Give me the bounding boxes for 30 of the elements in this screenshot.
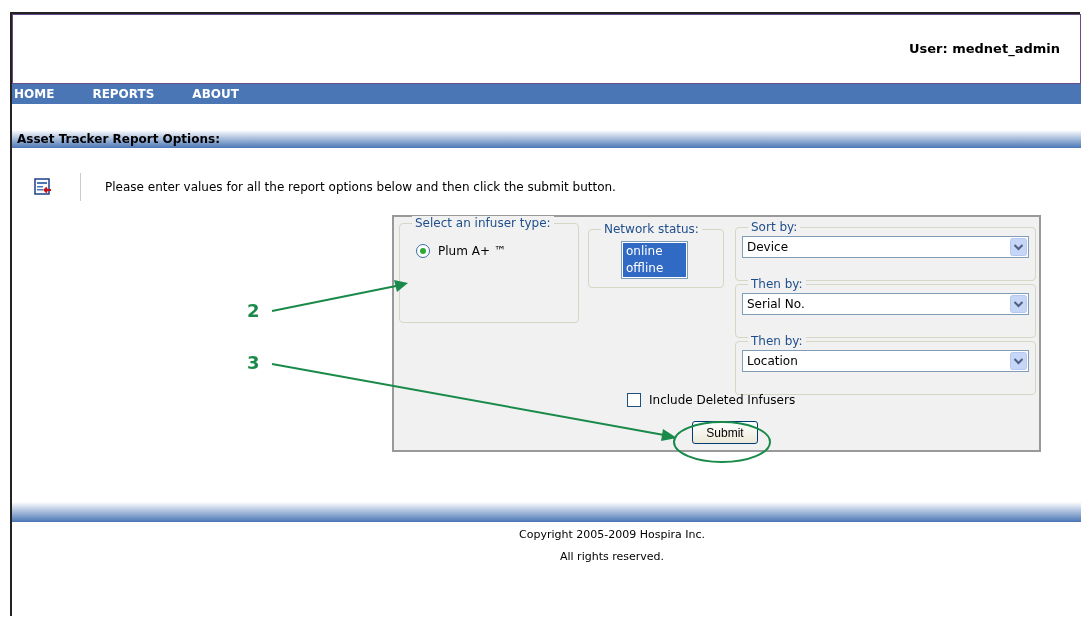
nav-link[interactable]: ABOUT xyxy=(192,87,239,101)
sort-select[interactable]: Serial No. xyxy=(742,293,1029,315)
instructions-text: Please enter values for all the report options below and then click the submit button. xyxy=(105,179,616,196)
radio-label: Plum A+ ™ xyxy=(438,243,506,260)
callout-number: 2 xyxy=(247,300,260,322)
listbox-option[interactable]: offline xyxy=(623,260,686,277)
dropdown-caret-icon xyxy=(1010,352,1027,370)
checkbox[interactable] xyxy=(627,393,641,407)
submit-button[interactable]: Submit xyxy=(692,421,758,444)
callout-number: 3 xyxy=(247,352,260,374)
group-legend: Network status: xyxy=(601,222,702,236)
sort-select[interactable]: Location xyxy=(742,350,1029,372)
dropdown-caret-icon xyxy=(1010,295,1027,313)
group-legend: Then by: xyxy=(748,334,806,348)
dropdown-caret-icon xyxy=(1010,238,1027,256)
report-icon xyxy=(34,178,52,196)
copyright-text: Copyright 2005-2009 Hospira Inc. xyxy=(519,528,705,542)
radio-button[interactable] xyxy=(416,244,430,258)
status-listbox[interactable]: online offline xyxy=(621,241,688,279)
nav-link[interactable]: REPORTS xyxy=(92,87,155,101)
checkbox-label: Include Deleted Infusers xyxy=(649,392,796,409)
sort-select[interactable]: Device xyxy=(742,236,1029,258)
listbox-option[interactable]: online xyxy=(623,243,686,260)
group-legend: Then by: xyxy=(748,277,806,291)
copyright-text: All rights reserved. xyxy=(559,550,664,564)
user-label: User: mednet_admin xyxy=(908,40,1060,59)
group-legend: Sort by: xyxy=(748,220,801,234)
group-legend: Select an infuser type: xyxy=(412,216,554,230)
section-title: Asset Tracker Report Options: xyxy=(17,131,220,148)
nav-link[interactable]: HOME xyxy=(14,87,55,101)
